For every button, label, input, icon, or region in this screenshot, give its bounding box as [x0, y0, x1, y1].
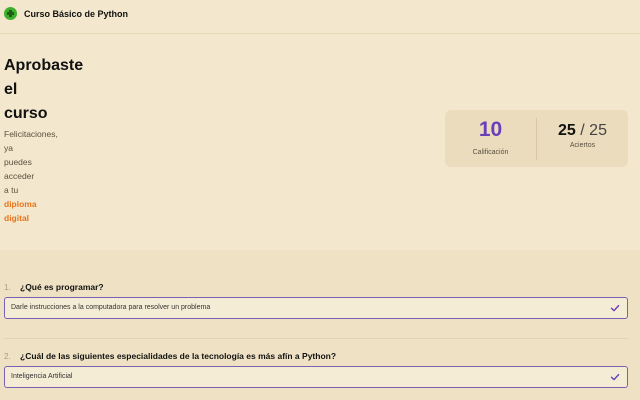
message-line: ya — [4, 143, 13, 153]
answer-text: Inteligencia Artificial — [11, 373, 73, 380]
hits-label: Aciertos — [569, 142, 596, 149]
message-line: puedes — [4, 157, 32, 167]
result-title: Aprobaste el curso — [4, 54, 94, 126]
question-divider — [4, 338, 628, 339]
hits-correct: 25 — [558, 122, 576, 139]
message-line: Felicitaciones, — [4, 129, 58, 139]
course-title[interactable]: Curso Básico de Python — [24, 9, 128, 19]
answer-field[interactable]: Inteligencia Artificial — [4, 366, 628, 388]
diploma-link[interactable]: diploma digital — [4, 197, 74, 225]
score-card: 10 Calificación 25 / 25 Aciertos — [445, 110, 628, 167]
check-icon — [610, 373, 620, 381]
hits-separator: / — [580, 122, 585, 139]
result-section: Aprobaste el curso Felicitaciones, ya pu… — [0, 34, 640, 250]
hits-value: 25 / 25 — [537, 122, 628, 140]
question-number: 2. — [4, 352, 11, 361]
hits-total: 25 — [589, 122, 607, 139]
questions-section: 1. ¿Qué es programar? Darle instruccione… — [0, 250, 640, 400]
question-text: ¿Qué es programar? — [20, 282, 104, 292]
result-message: Felicitaciones, ya puedes acceder a tu d… — [4, 127, 74, 225]
question-text: ¿Cuál de las siguientes especialidades d… — [20, 351, 337, 361]
message-line: a tu — [4, 185, 19, 195]
answer-field[interactable]: Darle instrucciones a la computadora par… — [4, 297, 628, 319]
check-icon — [610, 304, 620, 312]
grade-label: Calificación — [472, 149, 509, 156]
answer-text: Darle instrucciones a la computadora par… — [11, 304, 211, 311]
result-title-line: Aprobaste — [4, 57, 84, 74]
result-title-line: curso — [4, 105, 48, 122]
result-title-line: el — [4, 81, 18, 98]
python-logo-icon — [4, 7, 17, 20]
grade-value: 10 — [478, 118, 503, 141]
top-bar: Curso Básico de Python — [0, 0, 640, 34]
diploma-link-line[interactable]: digital — [4, 211, 74, 225]
question-number: 1. — [4, 283, 11, 292]
message-line: acceder — [4, 171, 35, 181]
diploma-link-line[interactable]: diploma — [4, 197, 74, 211]
